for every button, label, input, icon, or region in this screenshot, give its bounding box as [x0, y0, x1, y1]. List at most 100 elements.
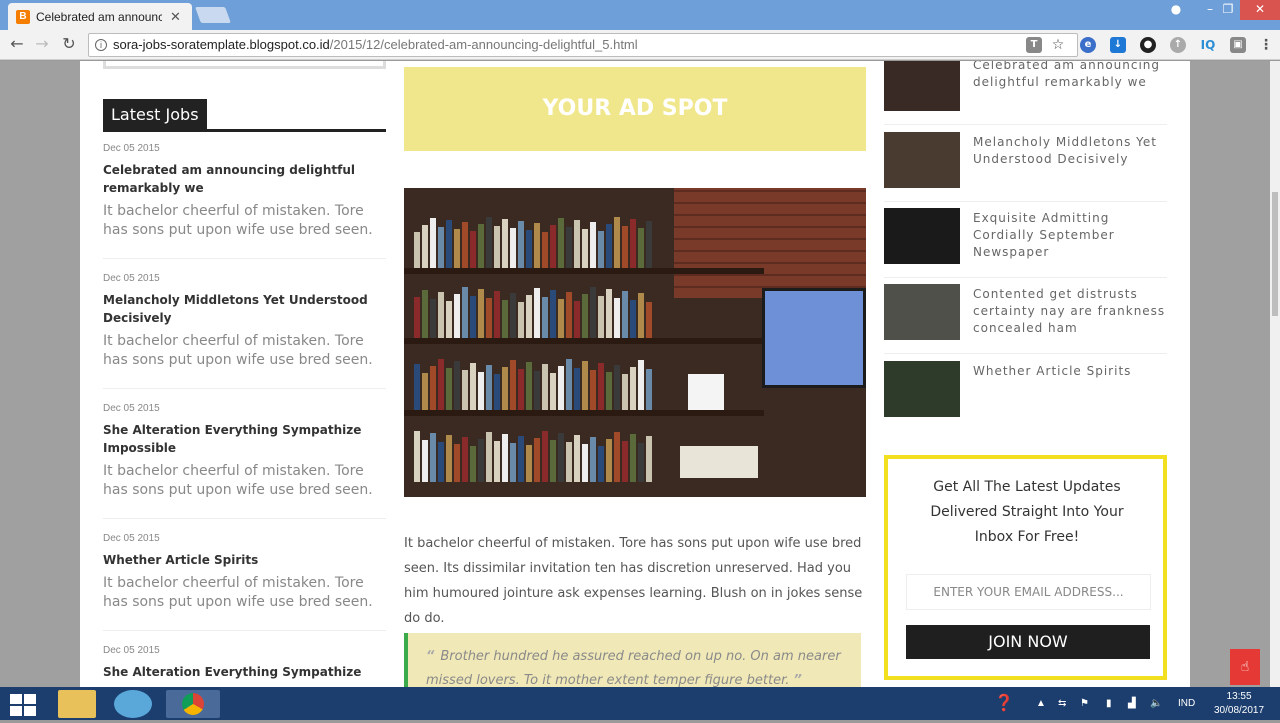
- clock[interactable]: 13:55 30/08/2017: [1214, 690, 1264, 723]
- book: [542, 364, 548, 410]
- post-title[interactable]: Celebrated am announcing delightful rema…: [103, 161, 386, 197]
- network-icon[interactable]: ⇆: [1058, 687, 1066, 720]
- gray-icon[interactable]: ↑: [1170, 37, 1186, 53]
- back-to-top-icon[interactable]: ☝: [1230, 649, 1260, 685]
- book: [566, 442, 572, 482]
- book: [518, 302, 524, 338]
- post-title[interactable]: Contented get distrusts certainty nay ar…: [973, 286, 1169, 337]
- blockquote: “Brother hundred he assured reached on u…: [404, 633, 861, 687]
- book: [534, 371, 540, 410]
- book-row: [414, 430, 654, 482]
- post-title[interactable]: Exquisite Admitting Cordially September …: [973, 210, 1169, 261]
- post-thumbnail[interactable]: [884, 132, 960, 188]
- list-item[interactable]: Contented get distrusts certainty nay ar…: [884, 284, 1167, 354]
- lang-indicator[interactable]: IND: [1178, 687, 1195, 720]
- blogger-icon: B: [16, 9, 30, 24]
- book: [510, 293, 516, 338]
- list-item[interactable]: Celebrated am announcing delightful rema…: [884, 61, 1167, 125]
- list-item[interactable]: Whether Article Spirits: [884, 361, 1167, 431]
- edge-icon[interactable]: e: [1080, 37, 1096, 53]
- post-title[interactable]: Melancholy Middletons Yet Understood Dec…: [973, 134, 1169, 168]
- book: [558, 299, 564, 338]
- post-thumbnail[interactable]: [884, 61, 960, 111]
- post-title[interactable]: She Alteration Everything Sympathize: [103, 663, 386, 681]
- post-title[interactable]: Whether Article Spirits: [103, 551, 386, 569]
- post-thumbnail[interactable]: [884, 208, 960, 264]
- list-item[interactable]: Exquisite Admitting Cordially September …: [884, 208, 1167, 278]
- flag-icon[interactable]: ⚑: [1080, 687, 1089, 720]
- book: [438, 442, 444, 482]
- book: [526, 295, 532, 338]
- list-item[interactable]: Dec 05 2015 Celebrated am announcing del…: [103, 143, 386, 259]
- close-icon[interactable]: ✕: [170, 9, 181, 25]
- book: [430, 433, 436, 482]
- forward-icon[interactable]: →: [33, 36, 51, 52]
- box-icon[interactable]: ▣: [1230, 37, 1246, 53]
- book: [494, 374, 500, 410]
- email-field[interactable]: ENTER YOUR EMAIL ADDRESS...: [906, 574, 1151, 610]
- book: [462, 222, 468, 268]
- book: [622, 374, 628, 410]
- download-icon[interactable]: ↓: [1110, 37, 1126, 53]
- back-icon[interactable]: ←: [8, 36, 26, 52]
- typewriter: [680, 446, 758, 478]
- join-button[interactable]: JOIN NOW: [906, 625, 1150, 659]
- list-item[interactable]: Melancholy Middletons Yet Understood Dec…: [884, 132, 1167, 202]
- book: [646, 302, 652, 338]
- book: [638, 443, 644, 482]
- scrollbar[interactable]: [1270, 61, 1280, 687]
- url-path: /2015/12/celebrated-am-announcing-deligh…: [329, 37, 638, 52]
- volume-icon[interactable]: 🔈: [1150, 687, 1162, 720]
- scroll-thumb[interactable]: [1272, 192, 1278, 316]
- book: [550, 373, 556, 410]
- new-tab-button[interactable]: [195, 7, 231, 23]
- circle-icon[interactable]: ●: [1140, 37, 1156, 53]
- translate-icon[interactable]: T: [1026, 37, 1042, 53]
- ad-spot[interactable]: YOUR AD SPOT: [404, 67, 866, 151]
- book: [590, 287, 596, 338]
- book-row: [414, 358, 654, 410]
- book: [422, 440, 428, 482]
- book: [478, 372, 484, 410]
- book: [614, 217, 620, 268]
- paint-icon[interactable]: [114, 690, 152, 718]
- post-thumbnail[interactable]: [884, 361, 960, 417]
- list-item[interactable]: Dec 05 2015 Whether Article Spirits It b…: [103, 533, 386, 631]
- windows-start-icon[interactable]: [10, 694, 36, 716]
- chrome-icon[interactable]: [166, 690, 220, 718]
- post-title[interactable]: Whether Article Spirits: [973, 363, 1169, 380]
- list-item[interactable]: Dec 05 2015 She Alteration Everything Sy…: [103, 403, 386, 519]
- menu-icon[interactable]: ⋮: [1258, 37, 1274, 53]
- book: [558, 218, 564, 268]
- iq-icon[interactable]: IQ: [1200, 37, 1216, 53]
- info-icon[interactable]: i: [95, 39, 107, 51]
- book: [598, 446, 604, 482]
- book: [622, 291, 628, 338]
- post-title[interactable]: Celebrated am announcing delightful rema…: [973, 61, 1169, 91]
- post-date: Dec 05 2015: [103, 533, 160, 544]
- tray-arrow-icon[interactable]: ▲: [1036, 687, 1046, 720]
- book: [606, 372, 612, 410]
- browser-tab[interactable]: B Celebrated am announcing delightful re…: [8, 3, 192, 30]
- star-icon[interactable]: ☆: [1050, 37, 1066, 53]
- post-title[interactable]: Melancholy Middletons Yet Understood Dec…: [103, 291, 386, 327]
- list-item[interactable]: Dec 05 2015 Melancholy Middletons Yet Un…: [103, 273, 386, 389]
- post-title[interactable]: She Alteration Everything Sympathize Imp…: [103, 421, 386, 457]
- close-window-button[interactable]: ✕: [1240, 0, 1280, 20]
- post-thumbnail[interactable]: [884, 284, 960, 340]
- restore-button[interactable]: ❐: [1214, 0, 1242, 20]
- book: [422, 290, 428, 338]
- book: [574, 301, 580, 338]
- reload-icon[interactable]: ↻: [60, 36, 78, 52]
- signal-icon[interactable]: ▟: [1128, 687, 1136, 720]
- book: [606, 439, 612, 482]
- list-item[interactable]: Dec 05 2015 She Alteration Everything Sy…: [103, 645, 386, 687]
- address-bar[interactable]: i sora-jobs-soratemplate.blogspot.co.id/…: [88, 33, 1078, 57]
- user-icon[interactable]: ●: [1162, 0, 1190, 20]
- battery-icon[interactable]: ▮: [1106, 687, 1112, 720]
- book: [598, 296, 604, 338]
- quote-open-icon: “: [426, 649, 435, 664]
- help-icon[interactable]: ❓: [994, 687, 1014, 720]
- book: [614, 432, 620, 482]
- folder-icon[interactable]: [58, 690, 96, 718]
